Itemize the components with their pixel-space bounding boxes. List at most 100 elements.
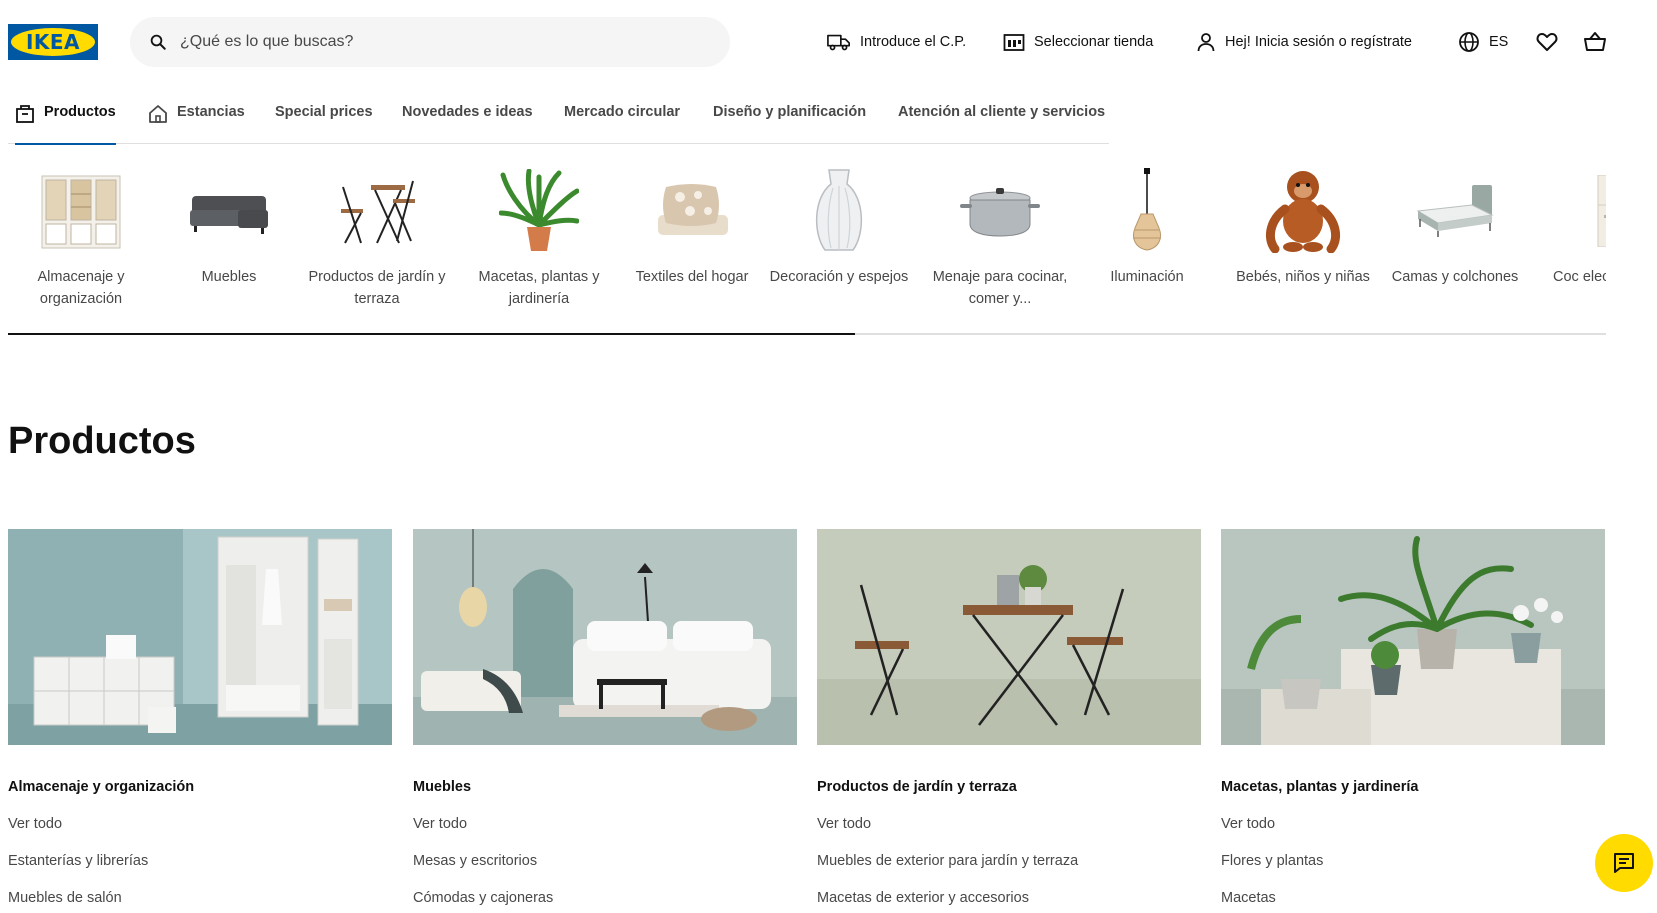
- card-link[interactable]: Ver todo: [817, 816, 1201, 836]
- card-title[interactable]: Productos de jardín y terraza: [817, 779, 1201, 799]
- cooking-pot-image: [955, 166, 1045, 256]
- login-button[interactable]: Hej! Inicia sesión o regístrate: [1196, 30, 1412, 54]
- category-label: Decoración y espejos: [769, 269, 909, 285]
- category-label: Muebles: [201, 269, 257, 285]
- category-macetas[interactable]: Macetas, plantas y jardinería: [469, 166, 609, 310]
- card-link[interactable]: Macetas de exterior y accesorios: [817, 890, 1201, 910]
- product-card-macetas: Macetas, plantas y jardinería Ver todo F…: [1221, 529, 1605, 910]
- sofa-image: [184, 166, 274, 256]
- card-link[interactable]: Estanterías y librerías: [8, 853, 392, 873]
- card-link[interactable]: Cómodas y cajoneras: [413, 890, 797, 910]
- tab-special-prices[interactable]: Special prices: [275, 104, 373, 144]
- logo-oval: IKEA: [11, 28, 95, 56]
- tab-novedades[interactable]: Novedades e ideas: [402, 104, 533, 144]
- living-room-image[interactable]: [413, 529, 797, 745]
- category-label: Bebés, niños y niñas: [1236, 269, 1370, 285]
- category-textiles[interactable]: Textiles del hogar: [622, 166, 762, 288]
- category-decoracion[interactable]: Decoración y espejos: [769, 166, 909, 288]
- category-label: Productos de jardín y terraza: [308, 269, 446, 307]
- product-card-almacenaje: Almacenaje y organización Ver todo Estan…: [8, 529, 392, 910]
- card-link[interactable]: Muebles de salón: [8, 890, 392, 910]
- category-cocinas[interactable]: Coc electrod: [1553, 166, 1606, 288]
- tab-label: Atención al cliente y servicios: [898, 104, 1106, 120]
- box-icon: [16, 105, 34, 123]
- cushions-image: [647, 166, 737, 256]
- category-bebes[interactable]: Bebés, niños y niñas: [1233, 166, 1373, 288]
- wishlist-heart-icon[interactable]: [1535, 30, 1559, 54]
- login-label: Hej! Inicia sesión o regístrate: [1225, 34, 1412, 50]
- category-muebles[interactable]: Muebles: [159, 166, 299, 288]
- garden-set-image[interactable]: [817, 529, 1201, 745]
- category-camas[interactable]: Camas y colchones: [1385, 166, 1525, 288]
- carousel-scrollbar[interactable]: [8, 333, 1606, 335]
- vase-image: [794, 166, 884, 256]
- store-label: Seleccionar tienda: [1034, 34, 1154, 50]
- product-card-jardin: Productos de jardín y terraza Ver todo M…: [817, 529, 1201, 910]
- search-input[interactable]: [180, 33, 700, 51]
- storage-room-image[interactable]: [8, 529, 392, 745]
- house-icon: [149, 105, 167, 123]
- select-store-button[interactable]: Seleccionar tienda: [1003, 30, 1153, 54]
- card-link[interactable]: Macetas: [1221, 890, 1605, 910]
- user-icon: [1197, 33, 1215, 52]
- store-icon: [1003, 34, 1025, 51]
- card-title[interactable]: Muebles: [413, 779, 797, 799]
- shopping-basket-icon[interactable]: [1583, 30, 1607, 54]
- tab-atencion-cliente[interactable]: Atención al cliente y servicios: [898, 104, 1105, 144]
- category-label: Coc electrod: [1553, 269, 1606, 285]
- tab-label: Diseño y planificación: [713, 104, 867, 120]
- card-link[interactable]: Muebles de exterior para jardín y terraz…: [817, 853, 1201, 873]
- plants-image[interactable]: [1221, 529, 1605, 745]
- tab-mercado-circular[interactable]: Mercado circular: [564, 104, 680, 144]
- language-label: ES: [1489, 34, 1509, 50]
- carousel-scrollbar-thumb[interactable]: [8, 333, 855, 335]
- category-label: Textiles del hogar: [635, 269, 749, 285]
- category-label: Camas y colchones: [1391, 269, 1519, 285]
- tab-productos[interactable]: Productos: [15, 104, 116, 145]
- category-almacenaje[interactable]: Almacenaje y organización: [11, 166, 151, 310]
- category-menaje[interactable]: Menaje para cocinar, comer y...: [930, 166, 1070, 310]
- garden-furniture-image: [332, 166, 422, 256]
- logo-text: IKEA: [25, 30, 81, 54]
- chat-button[interactable]: [1595, 834, 1653, 892]
- main-nav-tabs: Productos Estancias Special prices Noved…: [8, 96, 1109, 145]
- category-carousel: Almacenaje y organización Muebles Produc…: [8, 166, 1606, 336]
- search-icon[interactable]: [148, 32, 168, 52]
- tab-label: Special prices: [275, 104, 373, 120]
- search-bar[interactable]: [130, 17, 730, 67]
- category-label: Macetas, plantas y jardinería: [478, 269, 600, 307]
- truck-icon: [827, 34, 850, 51]
- tab-label: Novedades e ideas: [402, 104, 533, 120]
- card-link[interactable]: Ver todo: [8, 816, 392, 836]
- language-selector[interactable]: ES: [1458, 30, 1508, 54]
- kitchen-image: [1578, 166, 1606, 256]
- category-jardin[interactable]: Productos de jardín y terraza: [307, 166, 447, 310]
- plush-orangutan-image: [1258, 166, 1348, 256]
- card-link[interactable]: Flores y plantas: [1221, 853, 1605, 873]
- shelving-unit-image: [36, 166, 126, 256]
- page-title: Productos: [8, 420, 196, 462]
- pendant-lamp-image: [1102, 166, 1192, 256]
- bed-image: [1410, 166, 1500, 256]
- tab-estancias[interactable]: Estancias: [148, 104, 245, 144]
- card-link[interactable]: Mesas y escritorios: [413, 853, 797, 873]
- tab-label: Mercado circular: [564, 104, 681, 120]
- card-link[interactable]: Ver todo: [413, 816, 797, 836]
- delivery-postcode-button[interactable]: Introduce el C.P.: [827, 30, 966, 54]
- tab-diseno[interactable]: Diseño y planificación: [713, 104, 866, 144]
- category-label: Iluminación: [1110, 269, 1184, 285]
- tab-label: Estancias: [177, 104, 245, 120]
- tab-label: Productos: [44, 104, 116, 120]
- category-label: Almacenaje y organización: [37, 269, 125, 307]
- card-link[interactable]: Ver todo: [1221, 816, 1605, 836]
- card-title[interactable]: Macetas, plantas y jardinería: [1221, 779, 1605, 799]
- potted-plant-image: [494, 166, 584, 256]
- card-title[interactable]: Almacenaje y organización: [8, 779, 392, 799]
- category-iluminacion[interactable]: Iluminación: [1077, 166, 1217, 288]
- product-card-muebles: Muebles Ver todo Mesas y escritorios Cóm…: [413, 529, 797, 910]
- chat-bubble-icon: [1614, 853, 1634, 873]
- site-header: IKEA Introduce el C.P. Seleccionar tiend…: [0, 0, 1657, 84]
- globe-icon: [1459, 32, 1479, 52]
- ikea-logo[interactable]: IKEA: [8, 24, 98, 60]
- delivery-label: Introduce el C.P.: [860, 34, 967, 50]
